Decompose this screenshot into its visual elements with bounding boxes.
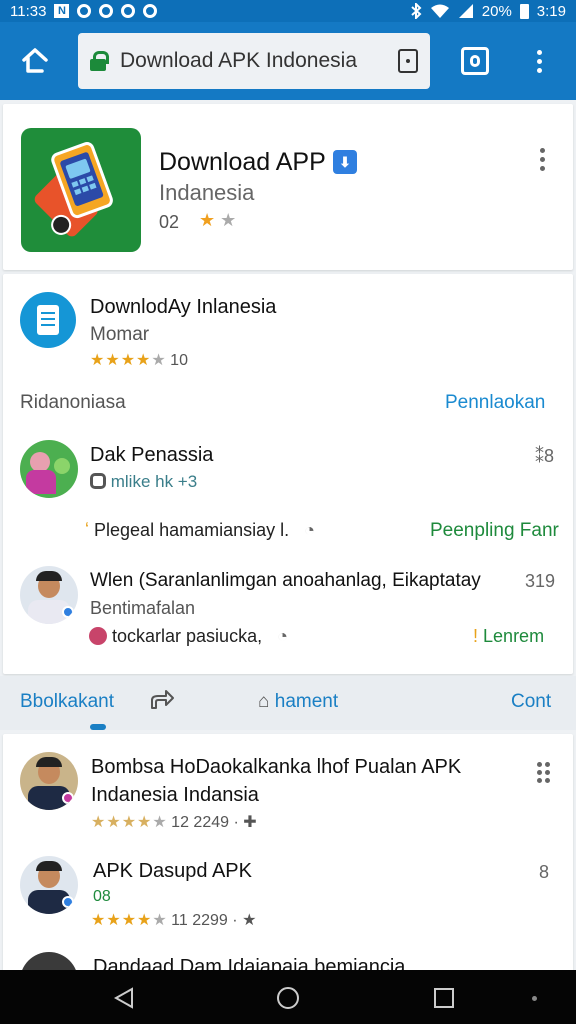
wifi-icon (430, 4, 449, 18)
app-list-stats: ★★★★★ 11 2299 · ★ (91, 912, 257, 929)
home-button[interactable] (0, 22, 70, 100)
app-menu-icon[interactable] (540, 148, 546, 171)
app-list-card: Bombsa HoDaokalkanka lhof Pualan APK Ind… (3, 734, 573, 1010)
app-list-sub: 08 (93, 888, 111, 905)
featured-rating: ★★★★★ 10 (90, 352, 188, 369)
review-name: Dak Penassia (90, 444, 214, 466)
overflow-menu-icon (537, 49, 543, 73)
app-rating-stars: ★ ★ (199, 210, 237, 230)
app-rating-number: 02 (159, 212, 180, 232)
avatar[interactable] (20, 440, 78, 498)
star-icon: ★ (242, 912, 257, 929)
document-app-icon[interactable] (20, 292, 76, 348)
system-navigation-bar (0, 970, 576, 1024)
review-reply: tockarlar pasiucka, ◔ (89, 626, 288, 647)
tabs-icon (461, 47, 489, 75)
notification-icon (121, 4, 136, 18)
review-action-link[interactable]: Peenpling Fanr (430, 520, 559, 542)
page-indicator (90, 724, 106, 730)
notification-app-icon: N (54, 4, 70, 18)
battery-percent: 20% (481, 2, 512, 20)
avatar[interactable] (20, 856, 78, 914)
url-text: Download APK Indonesia (120, 49, 357, 72)
review-count: 319 (525, 571, 556, 591)
app-list-title[interactable]: APK Dasupd APK (93, 860, 252, 883)
review-count: ⁑8 (535, 446, 555, 466)
notification-icon (143, 4, 158, 18)
pin-icon: ✚ (243, 814, 257, 831)
action-bar: Bbolkakant ⌂ hament Cont (0, 676, 576, 730)
back-button[interactable] (112, 986, 136, 1015)
app-subtitle: Indanesia (159, 180, 255, 205)
app-list-title[interactable]: Bombsa HoDaokalkanka lhof Pualan APK (91, 756, 461, 779)
content-card: DownlodAy Inlanesia Momar ★★★★★ 10 Ridan… (3, 274, 573, 674)
back-icon (113, 987, 133, 1009)
bluetooth-icon (411, 3, 422, 19)
avatar[interactable] (20, 752, 78, 810)
app-title: Download APP (159, 148, 326, 176)
review-name: Wlen (Saranlanlimgan anoahanlag, Eikapta… (90, 570, 481, 591)
reply-icon: ʻ (85, 520, 89, 540)
status-time: 11:33 (10, 2, 47, 20)
chat-icon (90, 473, 106, 489)
lock-icon (90, 51, 109, 71)
pin-icon: ⌂ (258, 691, 270, 712)
browser-toolbar: Download APK Indonesia (0, 22, 576, 100)
tabs-button[interactable] (440, 22, 510, 100)
status-bar: 11:33 N 20% 3:19 (0, 0, 576, 22)
recents-icon (434, 988, 454, 1008)
battery-icon (519, 3, 529, 19)
signal-icon (458, 4, 473, 18)
nav-dot-icon (532, 996, 537, 1001)
overflow-menu-button[interactable] (510, 22, 570, 100)
section-label: Ridanoniasa (20, 392, 126, 413)
comment-icon[interactable]: ◔ (277, 626, 288, 646)
flag-icon (89, 627, 107, 645)
lightning-icon: ǃ (473, 626, 479, 646)
featured-subtitle: Momar (90, 324, 150, 345)
review-reply: ʻ Plegeal hamamiansiay l. ◔ (85, 520, 316, 540)
review-meta: mlike hk +3 (90, 472, 197, 492)
star-rating-icon: ★★★★ (91, 814, 153, 831)
share-button[interactable] (148, 686, 176, 720)
app-list-title-line2: Indanesia Indansia (91, 784, 259, 806)
page-info-icon[interactable] (398, 49, 418, 73)
home-circle-icon (277, 987, 299, 1009)
phone-app-icon (34, 142, 113, 237)
notification-icon (77, 4, 92, 18)
home-nav-button[interactable] (276, 986, 300, 1015)
status-clock: 3:19 (536, 2, 566, 20)
app-list-count: 8 (539, 862, 550, 882)
grid-icon: ⁑ (535, 446, 544, 466)
avatar[interactable] (20, 566, 78, 624)
notification-icon (99, 4, 114, 18)
review-action-link[interactable]: ǃ Lenrem (473, 626, 544, 647)
app-logo[interactable] (21, 128, 141, 252)
app-header-card: Download APP ⬇ Indanesia 02 ★ ★ (3, 104, 573, 270)
star-rating-icon: ★★★★ (91, 912, 153, 929)
comment-button[interactable]: ⌂ hament (258, 691, 338, 713)
star-rating-icon: ★★★★ (90, 352, 152, 369)
section-link[interactable]: Pennlaokan (445, 392, 545, 414)
review-subtitle: Bentimafalan (90, 598, 196, 618)
home-icon (22, 48, 48, 73)
comment-icon[interactable]: ◔ (304, 520, 315, 540)
recents-button[interactable] (433, 987, 455, 1014)
verified-badge-icon: ⬇ (333, 150, 357, 174)
grid-menu-icon[interactable] (537, 762, 555, 783)
bookmark-button[interactable]: Bbolkakant (20, 691, 114, 713)
featured-title[interactable]: DownlodAy Inlanesia (90, 296, 276, 319)
app-list-stats: ★★★★★ 12 2249 · ✚ (91, 814, 257, 831)
continue-button[interactable]: Cont (511, 691, 551, 713)
url-bar[interactable]: Download APK Indonesia (78, 33, 430, 89)
share-icon (151, 690, 174, 709)
